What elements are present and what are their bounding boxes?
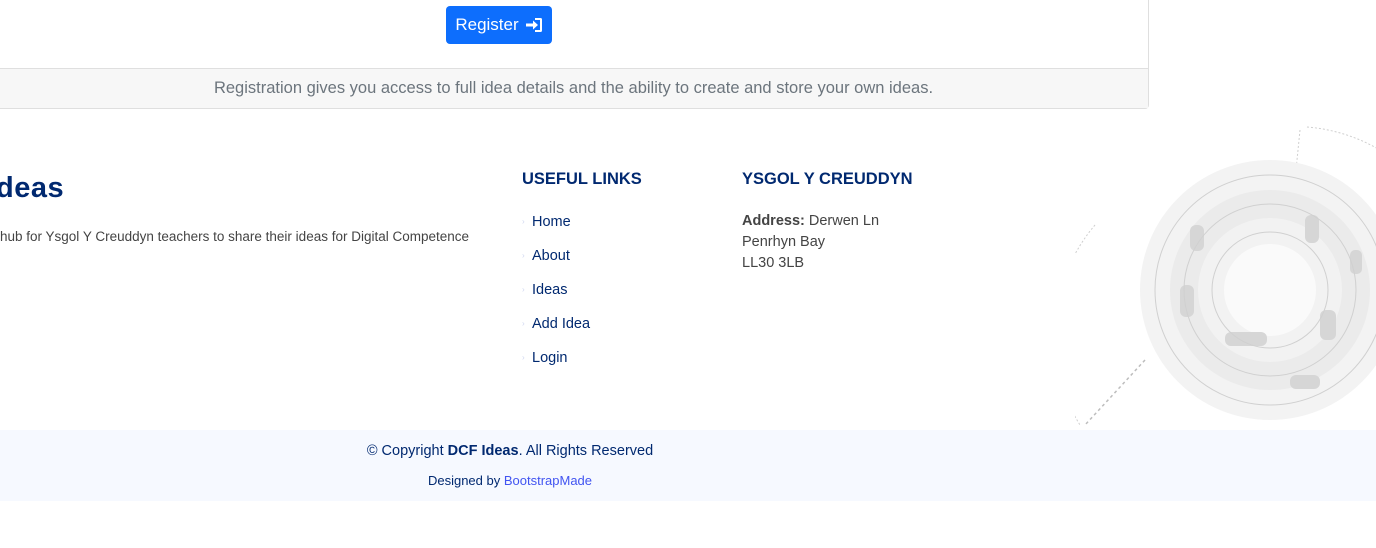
footer-link-home[interactable]: › Home: [522, 205, 590, 239]
register-button[interactable]: Register: [446, 6, 552, 44]
school-title: Ysgol Y Creuddyn: [742, 170, 913, 188]
footer-description: hub for Ysgol Y Creuddyn teachers to sha…: [0, 229, 470, 244]
sign-in-icon: [525, 18, 542, 32]
registration-info: Registration gives you access to full id…: [213, 79, 934, 97]
copyright: © Copyright DCF Ideas. All Rights Reserv…: [0, 443, 1020, 459]
address-line-3: LL30 3LB: [742, 255, 805, 271]
chevron-right-icon: ›: [522, 353, 525, 362]
footer-bottom: © Copyright DCF Ideas. All Rights Reserv…: [0, 430, 1376, 501]
footer-brand: deas: [0, 172, 65, 204]
footer-link-about[interactable]: › About: [522, 239, 590, 273]
register-button-label: Register: [455, 15, 519, 34]
address-label: Address:: [742, 213, 805, 229]
chevron-right-icon: ›: [522, 251, 525, 260]
card-footer: Registration gives you access to full id…: [0, 68, 1148, 108]
chevron-right-icon: ›: [522, 217, 525, 226]
circuit-decoration-icon: [1075, 126, 1376, 426]
footer-link-label: Ideas: [532, 282, 568, 298]
footer-link-label: About: [532, 248, 570, 264]
address-line-2: Penrhyn Bay: [742, 234, 826, 250]
school-address: Address: Derwen Ln Penrhyn Bay LL30 3LB: [742, 211, 879, 274]
page: Register Registration gives you access t…: [0, 0, 1376, 548]
designed-by-label: Designed by: [427, 473, 504, 488]
copyright-suffix: . All Rights Reserved: [518, 443, 654, 459]
footer-link-login[interactable]: › Login: [522, 341, 590, 375]
copyright-brand: DCF Ideas: [447, 443, 519, 459]
chevron-right-icon: ›: [522, 319, 525, 328]
footer-link-label: Home: [532, 214, 571, 230]
register-card: Register Registration gives you access t…: [0, 0, 1149, 109]
footer-link-ideas[interactable]: › Ideas: [522, 273, 590, 307]
footer-link-label: Login: [532, 350, 568, 366]
useful-links-list: › Home › About › Ideas › Add Idea › Login: [522, 205, 590, 375]
address-line-1: Derwen Ln: [808, 213, 880, 229]
footer-link-add-idea[interactable]: › Add Idea: [522, 307, 590, 341]
card-body: Register: [0, 0, 1148, 68]
chevron-right-icon: ›: [522, 285, 525, 294]
designer-link[interactable]: BootstrapMade: [504, 473, 592, 488]
footer-link-label: Add Idea: [532, 316, 591, 332]
useful-links-title: Useful Links: [522, 170, 642, 188]
credits: Designed by BootstrapMade: [0, 473, 1020, 488]
copyright-prefix: © Copyright: [366, 443, 448, 459]
